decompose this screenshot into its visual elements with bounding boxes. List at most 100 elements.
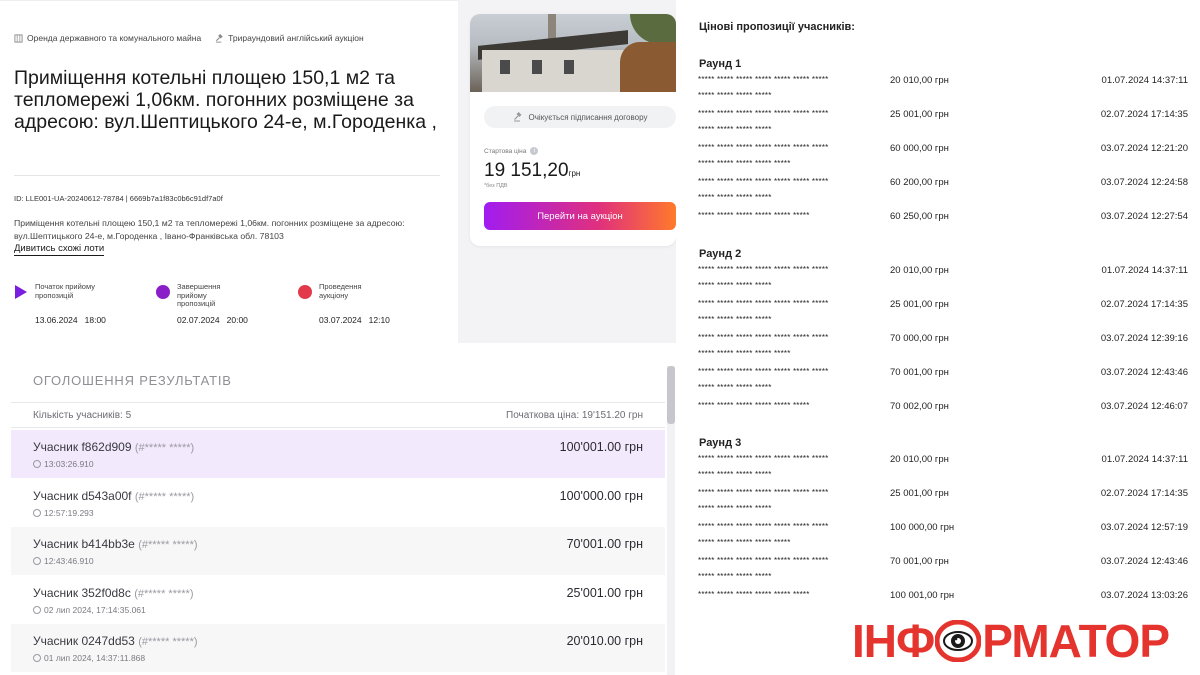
clock-icon: [33, 460, 41, 468]
divider: [14, 175, 440, 176]
bids-title: Цінові пропозиції учасників:: [699, 21, 855, 33]
info-icon[interactable]: i: [530, 147, 539, 155]
timeline-date: 13.06.2024 18:00: [35, 315, 106, 325]
participant-mask: (#***** *****): [134, 490, 195, 503]
masked-name: ***** ***** ***** ***** ***** ***** ****…: [698, 75, 829, 84]
bid-time: 12:57:19.293: [33, 508, 94, 518]
lot-id: ID: LLE001-UA-20240612-78784 | 6669b7a1f…: [14, 194, 223, 203]
masked-name: ***** ***** ***** *****: [698, 281, 772, 290]
masked-name: ***** ***** ***** ***** ***** *****: [698, 590, 810, 599]
masked-name: ***** ***** ***** ***** *****: [698, 538, 791, 547]
scrollbar[interactable]: [667, 366, 675, 675]
bid-time: 02 лип 2024, 17:14:35.061: [33, 605, 146, 615]
offer-amount: 60 000,00 грн: [890, 143, 949, 154]
bid-amount: 70'001.00 грн: [566, 537, 643, 551]
breadcrumb-item-auction-type[interactable]: Трираундовий англійський аукціон: [215, 33, 364, 43]
eye-icon: [935, 620, 982, 662]
bid-offer: ***** ***** ***** ***** ***** ***** ****…: [698, 299, 1188, 329]
auction-card: Очікується підписання договору Стартова …: [470, 14, 676, 246]
bid-amount: 100'000.00 грн: [559, 488, 643, 503]
go-to-auction-button[interactable]: Перейти на аукціон: [484, 202, 676, 230]
masked-name: ***** ***** ***** ***** ***** ***** ****…: [698, 143, 829, 152]
table-row[interactable]: Учасник f862d909 (#***** *****) 13:03:26.…: [11, 430, 665, 478]
participant-name: Учасник f862d909 (#***** *****): [33, 440, 195, 454]
bid-offer: ***** ***** ***** ***** ***** ***** ****…: [698, 177, 1188, 207]
masked-name: ***** ***** ***** ***** ***** *****: [698, 401, 810, 410]
offer-timestamp: 03.07.2024 12:27:54: [1100, 211, 1188, 222]
masked-name: ***** ***** ***** *****: [698, 91, 772, 100]
masked-name: ***** ***** ***** ***** ***** ***** ****…: [698, 109, 829, 118]
table-row[interactable]: Учасник b414bb3e (#***** *****) 12:43:46.…: [11, 527, 665, 575]
participant-name: Учасник 0247dd53 (#***** *****): [33, 634, 198, 648]
offer-amount: 25 001,00 грн: [890, 109, 949, 120]
table-row[interactable]: Учасник 352f0d8c (#***** *****) 02 лип 20…: [11, 575, 665, 624]
masked-name: ***** ***** ***** *****: [698, 572, 772, 581]
clock-icon: [33, 508, 41, 517]
play-icon: [15, 285, 27, 299]
breadcrumb-item-category[interactable]: Оренда державного та комунального майна: [14, 33, 201, 43]
table-row[interactable]: Учасник d543a00f (#***** *****) 12:57:19.…: [11, 478, 665, 527]
round-title: Раунд 2: [699, 248, 742, 260]
offer-amount: 25 001,00 грн: [890, 488, 949, 499]
masked-name: ***** ***** ***** *****: [698, 470, 772, 479]
clock-icon: [33, 654, 41, 662]
start-price: 19 151,20грн: [484, 160, 581, 181]
masked-name: ***** ***** ***** *****: [698, 193, 772, 202]
status-badge: Очікується підписання договору: [484, 106, 676, 128]
masked-name: ***** ***** ***** ***** ***** ***** ****…: [698, 556, 829, 565]
offer-timestamp: 02.07.2024 17:14:35: [1100, 488, 1188, 499]
offer-amount: 100 000,00 грн: [890, 522, 955, 533]
lot-photo[interactable]: [470, 14, 676, 92]
timeline-label: Початок прийому пропозицій: [35, 282, 95, 300]
offer-timestamp: 01.07.2024 14:37:11: [1101, 265, 1188, 276]
bid-offer: ***** ***** ***** ***** ***** ***** ****…: [698, 367, 1188, 397]
participant-name: Учасник b414bb3e (#***** *****): [33, 537, 198, 551]
page-title: Приміщення котельні площею 150,1 м2 та т…: [14, 67, 437, 133]
bid-offer: ***** ***** ***** ***** ***** ***** ****…: [698, 522, 1188, 552]
bid-time: 01 лип 2024, 14:37:11.868: [33, 653, 145, 663]
bid-offer: ***** ***** ***** ***** ***** ***** ****…: [698, 333, 1188, 363]
bid-offer: ***** ***** ***** ***** ***** ***** 60 25…: [698, 211, 1188, 241]
breadcrumb-label: Оренда державного та комунального майна: [27, 33, 202, 43]
round-title: Раунд 3: [699, 437, 742, 449]
masked-name: ***** ***** ***** ***** *****: [698, 349, 791, 358]
timeline-date: 02.07.2024 20:00: [177, 315, 248, 325]
masked-name: ***** ***** ***** *****: [698, 504, 772, 513]
timeline-label: Завершення прийому пропозицій: [177, 282, 221, 308]
offer-amount: 60 250,00 грн: [890, 211, 949, 222]
table-row[interactable]: Учасник 0247dd53 (#***** *****) 01 лип 20…: [11, 624, 665, 672]
initial-price: Початкова ціна: 19'151.20 грн: [506, 410, 643, 421]
bid-amount: 100'001.00 грн: [559, 440, 643, 454]
participant-name: Учасник 352f0d8c (#***** *****): [33, 585, 194, 600]
offer-timestamp: 03.07.2024 12:43:46: [1100, 556, 1188, 567]
bid-amount: 25'001.00 грн: [566, 585, 643, 600]
participant-mask: (#***** *****): [134, 587, 194, 600]
logo-text: ІНФ РМАТОР: [852, 615, 1170, 667]
offer-timestamp: 03.07.2024 12:46:07: [1100, 401, 1188, 412]
offer-timestamp: 03.07.2024 12:39:16: [1100, 333, 1188, 344]
scrollbar-thumb[interactable]: [667, 366, 675, 424]
round-title: Раунд 1: [699, 58, 742, 70]
masked-name: ***** ***** ***** ***** ***** ***** ****…: [698, 333, 829, 342]
bid-offer: ***** ***** ***** ***** ***** ***** ****…: [698, 488, 1188, 518]
clock-icon: [33, 605, 41, 614]
participant-mask: (#***** *****): [138, 539, 198, 551]
offer-amount: 60 200,00 грн: [890, 177, 949, 188]
masked-name: ***** ***** ***** ***** ***** ***** ****…: [698, 454, 829, 463]
bid-offer: ***** ***** ***** ***** ***** ***** ****…: [698, 109, 1188, 139]
masked-name: ***** ***** ***** ***** ***** ***** ****…: [698, 488, 829, 497]
offer-timestamp: 01.07.2024 14:37:11: [1101, 75, 1188, 86]
bid-offer: ***** ***** ***** ***** ***** ***** ****…: [698, 265, 1188, 295]
offer-amount: 20 010,00 грн: [890, 265, 949, 276]
participants-count: Кількість учасників: 5: [33, 410, 132, 421]
offer-timestamp: 03.07.2024 12:43:46: [1100, 367, 1188, 378]
bid-offer: ***** ***** ***** ***** ***** ***** ****…: [698, 75, 1188, 105]
status-dot-icon: [156, 285, 170, 299]
similar-lots-link[interactable]: Дивитись схожі лоти: [14, 243, 105, 256]
offer-amount: 20 010,00 грн: [890, 454, 949, 465]
offer-timestamp: 02.07.2024 17:14:35: [1100, 109, 1188, 120]
breadcrumb: Оренда державного та комунального майна …: [14, 33, 364, 43]
bid-offer: ***** ***** ***** ***** ***** ***** 70 00…: [698, 401, 1188, 431]
gavel-icon: [513, 112, 522, 122]
clock-icon: [33, 557, 41, 565]
